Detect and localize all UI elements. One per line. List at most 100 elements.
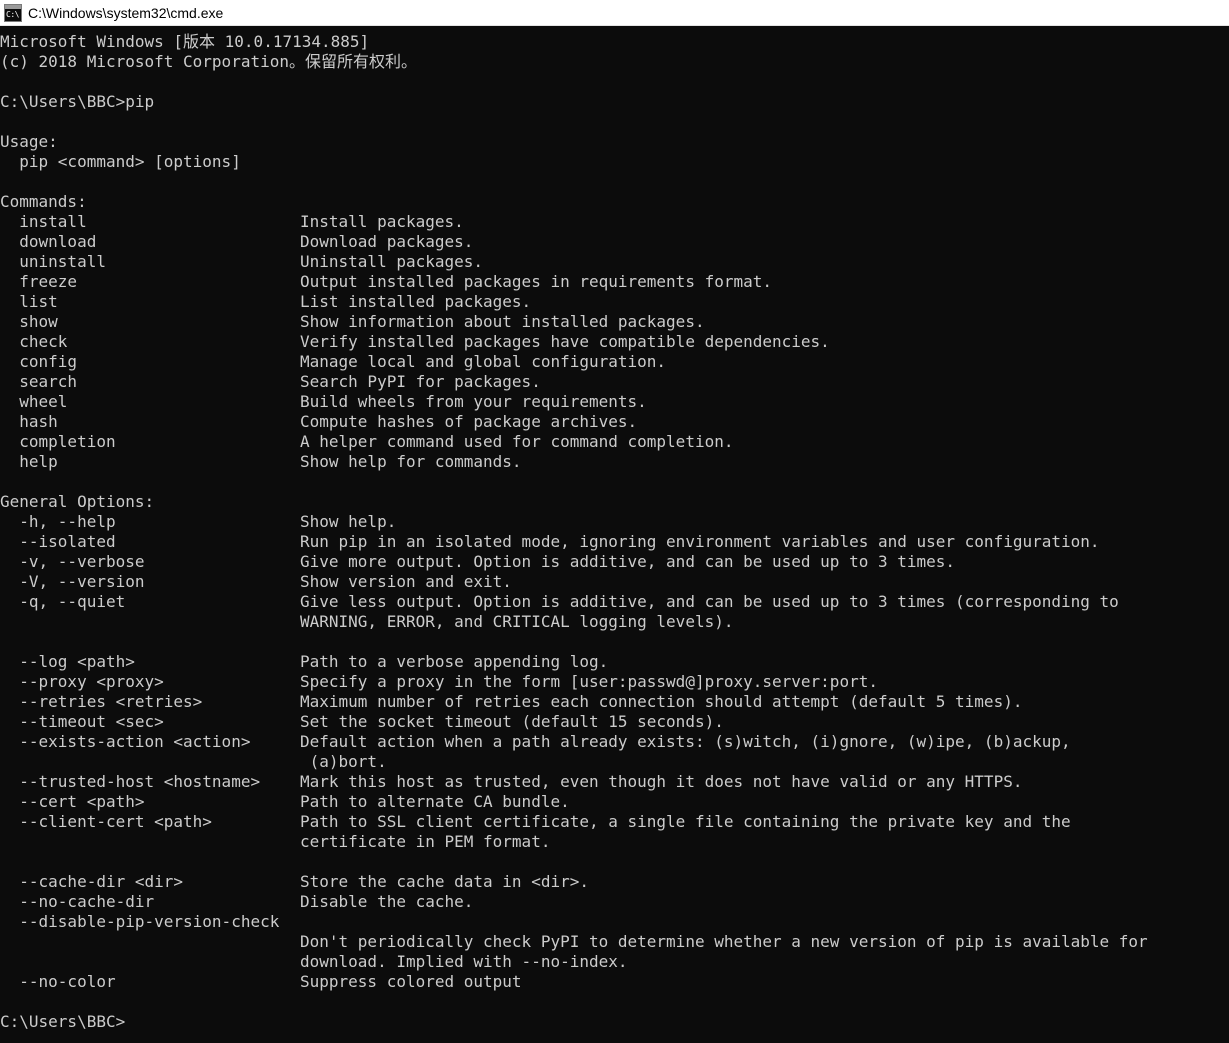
option-row: -h, --help Show help. (0, 512, 1229, 532)
option-description: Default action when a path already exist… (300, 732, 1071, 751)
command-description: A helper command used for command comple… (300, 432, 734, 451)
command-name: freeze (0, 272, 78, 291)
option-description: Path to SSL client certificate, a single… (300, 812, 1071, 831)
option-flag: --log <path> (0, 652, 135, 671)
option-description-continuation: certificate in PEM format. (0, 832, 1229, 852)
prompt-line-command: C:\Users\BBC>pip (0, 92, 155, 111)
option-flag: --no-color (0, 972, 116, 991)
options-group-color: --no-color Suppress colored output (0, 972, 1229, 992)
option-description: Specify a proxy in the form [user:passwd… (300, 672, 878, 691)
option-row: --exists-action <action> Default action w… (0, 732, 1229, 752)
command-description: Manage local and global configuration. (300, 352, 667, 371)
option-row: --isolated Run pip in an isolated mode, i… (0, 532, 1229, 552)
cmd-icon-glyph: C:\ (6, 9, 19, 19)
usage-header: Usage: (0, 132, 58, 151)
command-row: search Search PyPI for packages. (0, 372, 1229, 392)
command-description: Build wheels from your requirements. (300, 392, 647, 411)
option-flag: -h, --help (0, 512, 116, 531)
option-description-text: download. Implied with --no-index. (300, 952, 628, 971)
option-description-continuation: Don't periodically check PyPI to determi… (0, 932, 1229, 952)
command-description: Verify installed packages have compatibl… (300, 332, 830, 351)
banner-line-2: (c) 2018 Microsoft Corporation。保留所有权利。 (0, 52, 417, 71)
option-description: Give less output. Option is additive, an… (300, 592, 1119, 611)
option-row: --proxy <proxy> Specify a proxy in the fo… (0, 672, 1229, 692)
general-options-header: General Options: (0, 492, 155, 511)
option-flag: --cert <path> (0, 792, 145, 811)
option-row-disable-pip-version-check: --disable-pip-version-check (0, 912, 1229, 932)
command-name: config (0, 352, 78, 371)
option-flag: --cache-dir <dir> (0, 872, 184, 891)
command-row: wheel Build wheels from your requirements… (0, 392, 1229, 412)
command-name: check (0, 332, 68, 351)
cmd-console-icon: C:\ (4, 3, 22, 22)
command-name: wheel (0, 392, 68, 411)
option-flag: --exists-action <action> (0, 732, 251, 751)
usage-line: pip <command> [options] (0, 152, 241, 171)
option-row: --retries <retries> Maximum number of ret… (0, 692, 1229, 712)
option-flag: -v, --verbose (0, 552, 145, 571)
command-description: Search PyPI for packages. (300, 372, 541, 391)
window-titlebar[interactable]: C:\ C:\Windows\system32\cmd.exe (0, 0, 1229, 26)
command-row: show Show information about installed pac… (0, 312, 1229, 332)
command-row: list List installed packages. (0, 292, 1229, 312)
command-name: hash (0, 412, 58, 431)
option-flag: --disable-pip-version-check (0, 912, 280, 931)
option-flag: --proxy <proxy> (0, 672, 164, 691)
command-row: freeze Output installed packages in requi… (0, 272, 1229, 292)
console-output-area[interactable]: Microsoft Windows [版本 10.0.17134.885] (c… (0, 26, 1229, 1043)
option-description-text: Don't periodically check PyPI to determi… (300, 932, 1148, 951)
command-description: Download packages. (300, 232, 474, 251)
option-flag: --client-cert <path> (0, 812, 212, 831)
option-row: --no-cache-dir Disable the cache. (0, 892, 1229, 912)
command-row: check Verify installed packages have comp… (0, 332, 1229, 352)
option-row: --timeout <sec> Set the socket timeout (d… (0, 712, 1229, 732)
option-description: Run pip in an isolated mode, ignoring en… (300, 532, 1100, 551)
option-description-continuation: (a)bort. (0, 752, 1229, 772)
option-wide-description: Don't periodically check PyPI to determi… (0, 932, 1229, 972)
window-title: C:\Windows\system32\cmd.exe (28, 4, 224, 21)
option-flag: -V, --version (0, 572, 145, 591)
option-description: Mark this host as trusted, even though i… (300, 772, 1023, 791)
option-row: -v, --verbose Give more output. Option is… (0, 552, 1229, 572)
command-description: Show help for commands. (300, 452, 522, 471)
option-description: Show version and exit. (300, 572, 512, 591)
command-description: Install packages. (300, 212, 464, 231)
command-description: List installed packages. (300, 292, 532, 311)
commands-list: install Install packages. download Downloa… (0, 212, 1229, 472)
command-row: completion A helper command used for comm… (0, 432, 1229, 452)
command-name: download (0, 232, 97, 251)
command-description: Show information about installed package… (300, 312, 705, 331)
option-flag: -q, --quiet (0, 592, 126, 611)
option-description: Path to a verbose appending log. (300, 652, 609, 671)
options-group-network: --log <path> Path to a verbose appending … (0, 652, 1229, 852)
option-row: -V, --version Show version and exit. (0, 572, 1229, 592)
option-description-text: (a)bort. (300, 752, 387, 771)
option-description-continuation: WARNING, ERROR, and CRITICAL logging lev… (0, 612, 1229, 632)
commands-header: Commands: (0, 192, 87, 211)
option-flag: --timeout <sec> (0, 712, 164, 731)
option-row: --trusted-host <hostname> Mark this host … (0, 772, 1229, 792)
command-name: uninstall (0, 252, 106, 271)
option-description: Suppress colored output (300, 972, 522, 991)
command-row: help Show help for commands. (0, 452, 1229, 472)
command-description: Compute hashes of package archives. (300, 412, 638, 431)
command-row: install Install packages. (0, 212, 1229, 232)
banner-line-1: Microsoft Windows [版本 10.0.17134.885] (0, 32, 370, 51)
command-name: list (0, 292, 58, 311)
options-group-basic: -h, --help Show help. --isolated Run pip i… (0, 512, 1229, 632)
command-name: help (0, 452, 58, 471)
option-description: Maximum number of retries each connectio… (300, 692, 1023, 711)
option-description: Give more output. Option is additive, an… (300, 552, 956, 571)
command-description: Output installed packages in requirement… (300, 272, 773, 291)
option-flag: --trusted-host <hostname> (0, 772, 261, 791)
option-description: Disable the cache. (300, 892, 474, 911)
option-row: --cache-dir <dir> Store the cache data in… (0, 872, 1229, 892)
option-row: --cert <path> Path to alternate CA bundle… (0, 792, 1229, 812)
command-row: config Manage local and global configurat… (0, 352, 1229, 372)
option-row: --log <path> Path to a verbose appending … (0, 652, 1229, 672)
